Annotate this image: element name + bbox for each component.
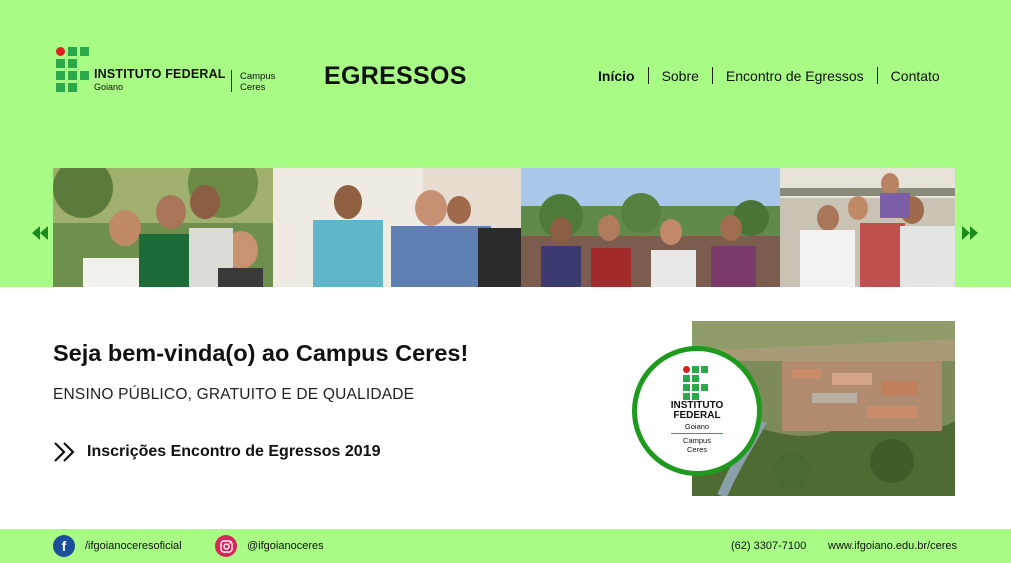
instagram-handle: @ifgoianoceres (247, 540, 324, 552)
footer: f /ifgoianoceresoficial @ifgoianoceres (… (0, 529, 1011, 563)
group-photo-2 (273, 168, 521, 287)
website-link[interactable]: www.ifgoiano.edu.br/ceres (828, 529, 957, 563)
badge-divider (671, 433, 723, 434)
phone-number: (62) 3307-7100 (731, 540, 807, 552)
nav-divider (876, 67, 878, 84)
group-photo-3 (521, 168, 780, 287)
nav-inicio[interactable]: Início (598, 68, 635, 84)
registration-link[interactable]: Inscrições Encontro de Egressos 2019 (53, 440, 380, 464)
badge-line2: FEDERAL (673, 410, 721, 421)
arrow-right-icon[interactable] (961, 224, 979, 242)
group-photo-4 (780, 168, 955, 287)
campus-badge: INSTITUTO FEDERAL Goiano Campus Ceres (632, 346, 762, 476)
facebook-icon: f (53, 535, 75, 557)
welcome-subtitle: ENSINO PÚBLICO, GRATUITO E DE QUALIDADE (53, 386, 415, 403)
registration-link-label: Inscrições Encontro de Egressos 2019 (87, 443, 381, 460)
nav-encontro[interactable]: Encontro de Egressos (726, 68, 864, 84)
logo-institution: INSTITUTO FEDERAL (94, 67, 226, 81)
institute-logo[interactable]: INSTITUTO FEDERAL Goiano Campus Ceres (56, 47, 296, 93)
main-nav: Início Sobre Encontro de Egressos Contat… (598, 67, 940, 84)
badge-state: Goiano (684, 422, 710, 431)
arrow-left-icon[interactable] (31, 224, 49, 242)
nav-contato[interactable]: Contato (891, 68, 940, 84)
badge-institution: INSTITUTO FEDERAL (637, 401, 757, 421)
instagram-link[interactable]: @ifgoianoceres (215, 529, 324, 563)
logo-divider (231, 70, 232, 92)
logo-grid-icon (56, 47, 90, 92)
nav-divider (711, 67, 713, 84)
nav-sobre[interactable]: Sobre (662, 68, 699, 84)
badge-campus: Campus Ceres (637, 436, 757, 454)
facebook-link[interactable]: f /ifgoianoceresoficial (53, 529, 182, 563)
badge-campus-line1: Campus (683, 436, 711, 445)
double-chevron-right-icon (54, 442, 75, 462)
photo-carousel[interactable] (53, 168, 955, 287)
logo-campus: Campus Ceres (240, 71, 275, 93)
facebook-handle: /ifgoianoceresoficial (85, 540, 182, 552)
logo-campus-line2: Ceres (240, 82, 266, 93)
instagram-icon (215, 535, 237, 557)
badge-logo-grid-icon (683, 366, 713, 400)
logo-campus-line1: Campus (240, 71, 276, 82)
logo-state: Goiano (94, 82, 124, 92)
group-photo-1 (53, 168, 273, 287)
badge-campus-line2: Ceres (686, 445, 707, 454)
page-title: EGRESSOS (324, 62, 467, 90)
welcome-heading: Seja bem-vinda(o) ao Campus Ceres! (53, 340, 469, 366)
nav-divider (647, 67, 649, 84)
